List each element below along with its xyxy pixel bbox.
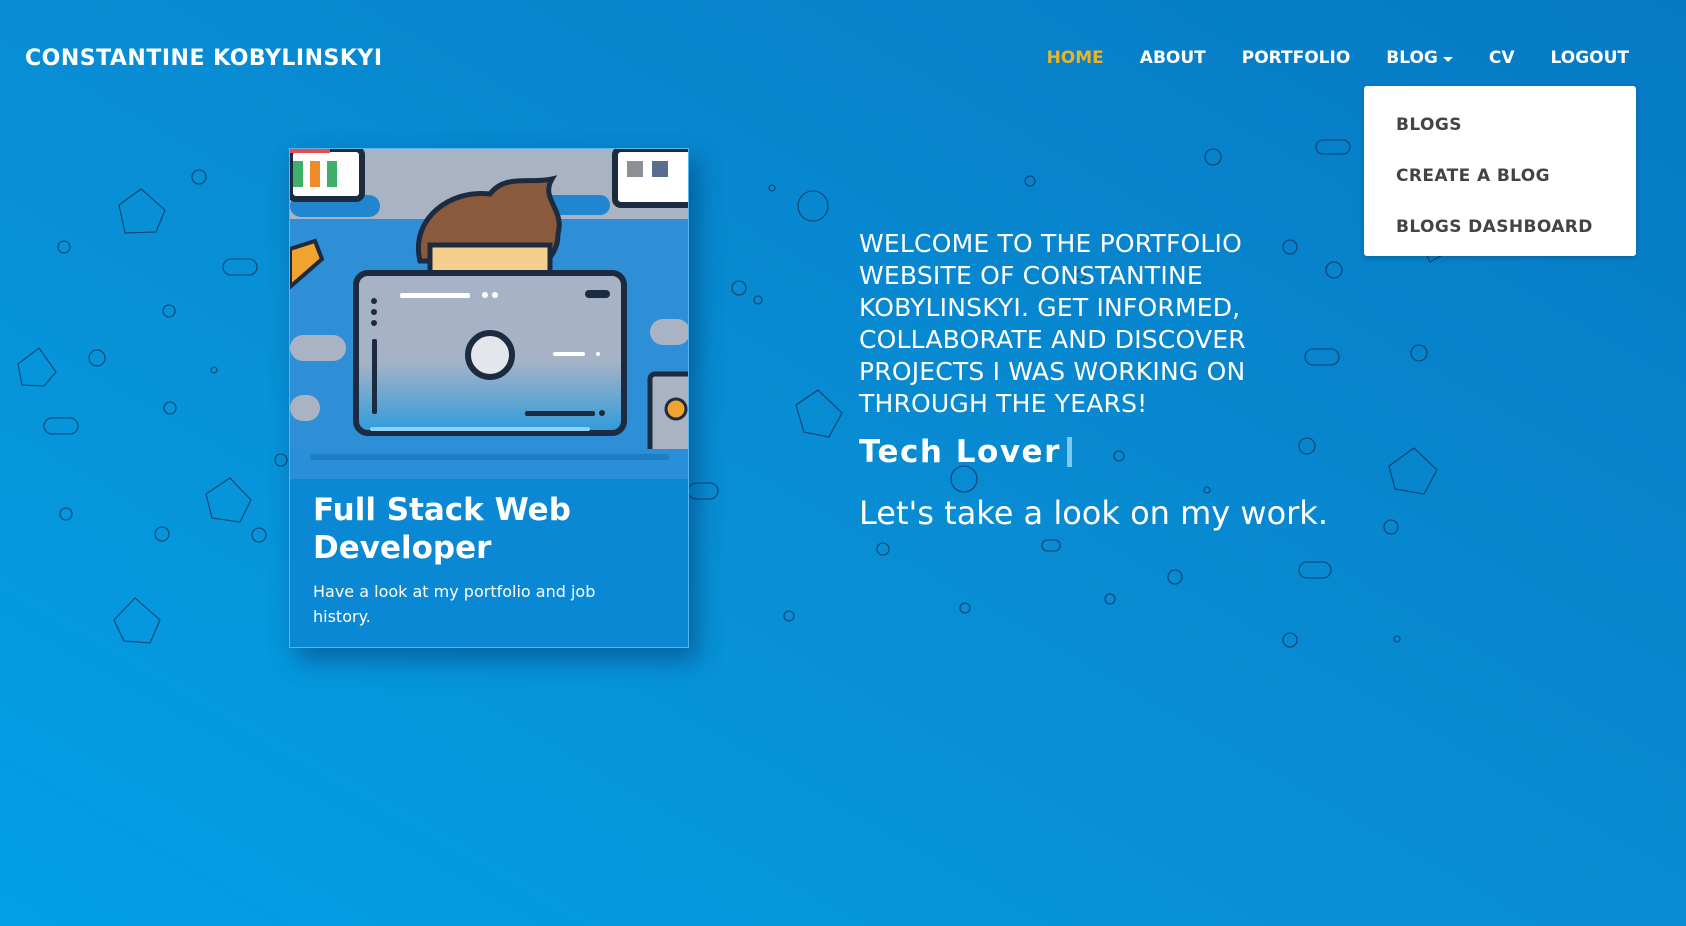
nav-logout[interactable]: LOGOUT	[1551, 48, 1629, 68]
nav-links: HOME ABOUT PORTFOLIO BLOG CV LOGOUT	[1047, 48, 1629, 68]
typed-text: Tech Lover	[859, 434, 1061, 470]
nav-about[interactable]: ABOUT	[1140, 48, 1206, 68]
developer-card[interactable]: Full Stack Web Developer Have a look at …	[289, 148, 689, 648]
typing-cursor	[1066, 437, 1072, 467]
dropdown-item-create-blog[interactable]: CREATE A BLOG	[1364, 157, 1636, 208]
developer-illustration	[290, 149, 688, 479]
brand-logo[interactable]: CONSTANTINE KOBYLINSKYI	[25, 46, 383, 71]
dropdown-item-blogs[interactable]: BLOGS	[1364, 106, 1636, 157]
card-description: Have a look at my portfolio and job hist…	[313, 582, 596, 626]
nav-portfolio[interactable]: PORTFOLIO	[1242, 48, 1351, 68]
welcome-text: WELCOME TO THE PORTFOLIO WEBSITE OF CONS…	[859, 229, 1246, 418]
blog-dropdown-menu: BLOGS CREATE A BLOG BLOGS DASHBOARD	[1364, 86, 1636, 256]
caret-down-icon	[1442, 56, 1453, 62]
dropdown-item-blogs-dashboard[interactable]: BLOGS DASHBOARD	[1364, 208, 1636, 259]
tagline: Let's take a look on my work.	[859, 494, 1328, 532]
nav-cv[interactable]: CV	[1489, 48, 1515, 68]
card-title: Full Stack Web Developer	[313, 492, 571, 566]
nav-home[interactable]: HOME	[1047, 48, 1104, 68]
typed-text-row: Tech Lover	[859, 432, 1339, 472]
nav-blog-dropdown-toggle[interactable]: BLOG	[1386, 48, 1453, 68]
hero-section: WELCOME TO THE PORTFOLIO WEBSITE OF CONS…	[859, 228, 1339, 532]
